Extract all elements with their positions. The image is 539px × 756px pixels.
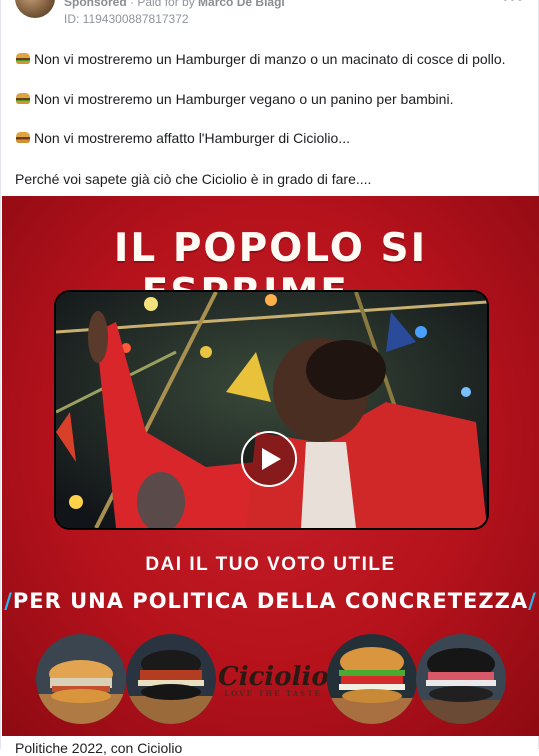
logo-text: Ciciolio [218,662,329,692]
logo-tagline: LOVE THE TASTE [224,689,322,698]
hamburger-icon [15,53,31,65]
sponsored-header: Sponsored · Paid for by Marco De Biagi [64,0,285,9]
ad-creative[interactable]: IL POPOLO SI ESPRIME... [2,196,539,736]
burger-photo [327,634,417,724]
paid-for-text: · Paid for by [126,0,199,9]
play-button[interactable] [241,431,297,487]
page-avatar[interactable] [15,0,55,18]
hamburger-icon [15,132,31,144]
post-line: Non vi mostreremo un Hamburger di manzo … [15,51,506,67]
post-line-text: Non vi mostreremo un Hamburger vegano o … [34,91,454,107]
slogan-bar-right: / [528,589,537,613]
hamburger-icon [15,93,31,105]
video-thumbnail [56,292,487,528]
sponsored-post-card: Sponsored · Paid for by Marco De Biagi I… [0,0,539,756]
payer-name[interactable]: Marco De Biagi [198,0,285,9]
burger-photo [126,634,216,724]
ciciolio-logo: Ciciolio LOVE THE TASTE [218,662,329,698]
post-line: Non vi mostreremo un Hamburger vegano o … [15,91,453,107]
post-line-text: Perché voi sapete già ciò che Ciciolio è… [15,171,372,187]
more-options-icon[interactable]: ••• [502,0,524,9]
burger-photo [416,634,506,724]
sponsored-label: Sponsored [64,0,127,9]
post-line-text: Non vi mostreremo un Hamburger di manzo … [34,51,506,67]
slogan-text: PER UNA POLITICA DELLA CONCRETEZZA [12,589,529,613]
slogan-bar-left: / [4,589,13,613]
burger-photo [36,634,126,724]
creative-slogan: /PER UNA POLITICA DELLA CONCRETEZZA/ [2,589,539,613]
post-line-text: Non vi mostreremo affatto l'Hamburger di… [34,130,350,146]
post-line: Non vi mostreremo affatto l'Hamburger di… [15,130,350,146]
ad-id: ID: 1194300887817372 [64,12,189,26]
video-player[interactable] [56,292,487,528]
creative-subline: DAI IL TUO VOTO UTILE [145,554,396,575]
play-icon [262,448,281,470]
post-caption: Politiche 2022, con Ciciolio [15,740,183,756]
